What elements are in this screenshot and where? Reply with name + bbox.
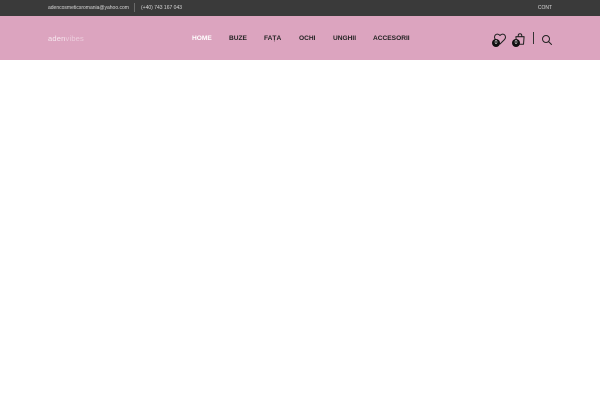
topbar-divider bbox=[134, 3, 135, 12]
search-button[interactable] bbox=[541, 33, 553, 45]
nav-item-unghii[interactable]: UNGHII bbox=[333, 35, 356, 42]
cart-count-badge: 0 bbox=[512, 39, 520, 47]
top-bar: adencosmeticsromania@yahoo.com (+40) 743… bbox=[0, 0, 600, 16]
account-link[interactable]: CONT bbox=[538, 5, 552, 11]
main-header: adenvibes HOME BUZE FAȚA OCHI UNGHII ACC… bbox=[0, 16, 600, 60]
contact-phone[interactable]: (+40) 743 167 043 bbox=[141, 5, 182, 11]
nav-item-home[interactable]: HOME bbox=[192, 35, 212, 42]
header-icons-divider bbox=[533, 32, 534, 44]
contact-email[interactable]: adencosmeticsromania@yahoo.com bbox=[48, 5, 129, 11]
cart-button[interactable]: 0 bbox=[512, 32, 527, 47]
wishlist-button[interactable]: 0 bbox=[492, 32, 507, 47]
nav-item-buze[interactable]: BUZE bbox=[229, 35, 247, 42]
page-content bbox=[0, 60, 600, 400]
wishlist-count-badge: 0 bbox=[492, 39, 500, 47]
nav-item-fata[interactable]: FAȚA bbox=[264, 35, 281, 42]
search-icon bbox=[542, 35, 552, 45]
nav-item-ochi[interactable]: OCHI bbox=[299, 35, 315, 42]
nav-item-accesorii[interactable]: ACCESORII bbox=[373, 35, 410, 42]
main-nav: HOME BUZE FAȚA OCHI UNGHII ACCESORII bbox=[0, 35, 600, 45]
